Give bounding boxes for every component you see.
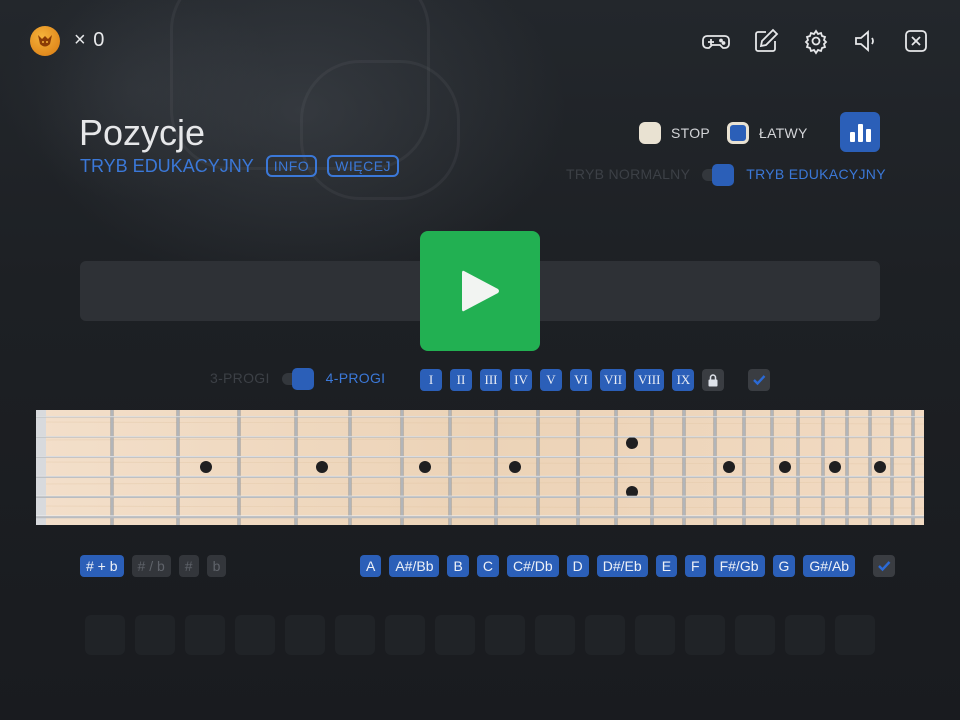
note-csharp-button[interactable]: C#/Db	[506, 555, 559, 577]
frets-toggle[interactable]	[281, 368, 314, 390]
subtitle-row: TRYB EDUKACYJNY INFO WIĘCEJ	[80, 155, 409, 177]
lock-icon[interactable]	[702, 369, 725, 391]
background	[0, 0, 960, 720]
answer-slot	[835, 615, 875, 655]
easy-option[interactable]: ŁATWY	[727, 122, 808, 144]
mode-toggle[interactable]	[702, 164, 735, 186]
gamepad-icon[interactable]	[700, 25, 732, 57]
mode-educational-label: TRYB EDUKACYJNY	[746, 166, 886, 182]
answer-slot	[735, 615, 775, 655]
play-button[interactable]	[420, 231, 540, 351]
answer-slots	[85, 615, 875, 655]
stats-bar-icon	[857, 124, 863, 142]
accidental-selector: # + b # / b # b	[80, 555, 227, 577]
position-1-button[interactable]: I	[420, 369, 442, 391]
answer-slot	[535, 615, 575, 655]
position-4-button[interactable]: IV	[510, 369, 532, 391]
answer-slot	[785, 615, 825, 655]
answer-slot	[485, 615, 525, 655]
answer-slot	[85, 615, 125, 655]
four-frets-label: 4-PROGI	[325, 370, 386, 386]
position-9-button[interactable]: IX	[672, 369, 695, 391]
position-8-button[interactable]: VIII	[634, 369, 665, 391]
note-asharp-button[interactable]: A#/Bb	[389, 555, 440, 577]
mode-toggle-row: TRYB NORMALNY TRYB EDUKACYJNY	[566, 164, 886, 186]
volume-icon[interactable]	[850, 25, 882, 57]
position-6-button[interactable]: VI	[570, 369, 592, 391]
notes-check-icon[interactable]	[873, 555, 896, 577]
mode-normal-label: TRYB NORMALNY	[566, 166, 691, 182]
fret-toggle-row: 3-PROGI 4-PROGI	[210, 368, 386, 390]
note-g-button[interactable]: G	[772, 555, 796, 577]
easy-checkbox[interactable]	[727, 122, 749, 144]
position-selector: I II III IV V VI VII VIII IX	[420, 369, 771, 391]
accidental-sharp-button[interactable]: #	[178, 555, 199, 577]
edit-icon[interactable]	[750, 25, 782, 57]
mode-label: TRYB EDUKACYJNY	[80, 155, 254, 176]
answer-slot	[385, 615, 425, 655]
more-button[interactable]: WIĘCEJ	[327, 155, 400, 177]
fretboard	[36, 410, 924, 525]
info-button[interactable]: INFO	[265, 155, 318, 177]
position-3-button[interactable]: III	[480, 369, 502, 391]
stats-bar-icon	[849, 132, 855, 142]
note-selector: A A#/Bb B C C#/Db D D#/Eb E F F#/Gb G G#…	[360, 555, 896, 577]
close-icon[interactable]	[900, 25, 932, 57]
answer-slot	[435, 615, 475, 655]
three-frets-label: 3-PROGI	[210, 370, 270, 386]
answer-slot	[235, 615, 275, 655]
coin-count: × 0	[74, 29, 106, 51]
note-gsharp-button[interactable]: G#/Ab	[803, 555, 856, 577]
stats-button[interactable]	[840, 112, 880, 152]
fox-coin-icon	[30, 26, 60, 56]
note-d-button[interactable]: D	[566, 555, 589, 577]
gear-icon[interactable]	[800, 25, 832, 57]
stats-bar-icon	[865, 129, 871, 142]
note-a-button[interactable]: A	[360, 555, 382, 577]
note-dsharp-button[interactable]: D#/Eb	[596, 555, 648, 577]
answer-slot	[635, 615, 675, 655]
page-title: Pozycje	[79, 112, 206, 153]
answer-slot	[285, 615, 325, 655]
position-5-button[interactable]: V	[540, 369, 562, 391]
note-e-button[interactable]: E	[655, 555, 678, 577]
top-bar: × 0	[30, 25, 932, 57]
note-b-button[interactable]: B	[447, 555, 469, 577]
accidental-either-button[interactable]: # / b	[131, 555, 171, 577]
answer-slot	[135, 615, 175, 655]
answer-slot	[585, 615, 625, 655]
position-7-button[interactable]: VII	[600, 369, 627, 391]
answer-slot	[335, 615, 375, 655]
position-2-button[interactable]: II	[450, 369, 472, 391]
play-icon	[462, 270, 499, 312]
accidental-flat-button[interactable]: b	[206, 555, 227, 577]
stop-checkbox[interactable]	[639, 122, 661, 144]
note-c-button[interactable]: C	[476, 555, 499, 577]
stop-option[interactable]: STOP	[639, 122, 710, 144]
note-fsharp-button[interactable]: F#/Gb	[713, 555, 765, 577]
positions-check-icon[interactable]	[748, 369, 771, 391]
answer-slot	[685, 615, 725, 655]
note-f-button[interactable]: F	[685, 555, 706, 577]
easy-label: ŁATWY	[759, 125, 808, 141]
stop-label: STOP	[671, 125, 711, 141]
answer-slot	[185, 615, 225, 655]
accidental-both-button[interactable]: # + b	[80, 555, 124, 577]
